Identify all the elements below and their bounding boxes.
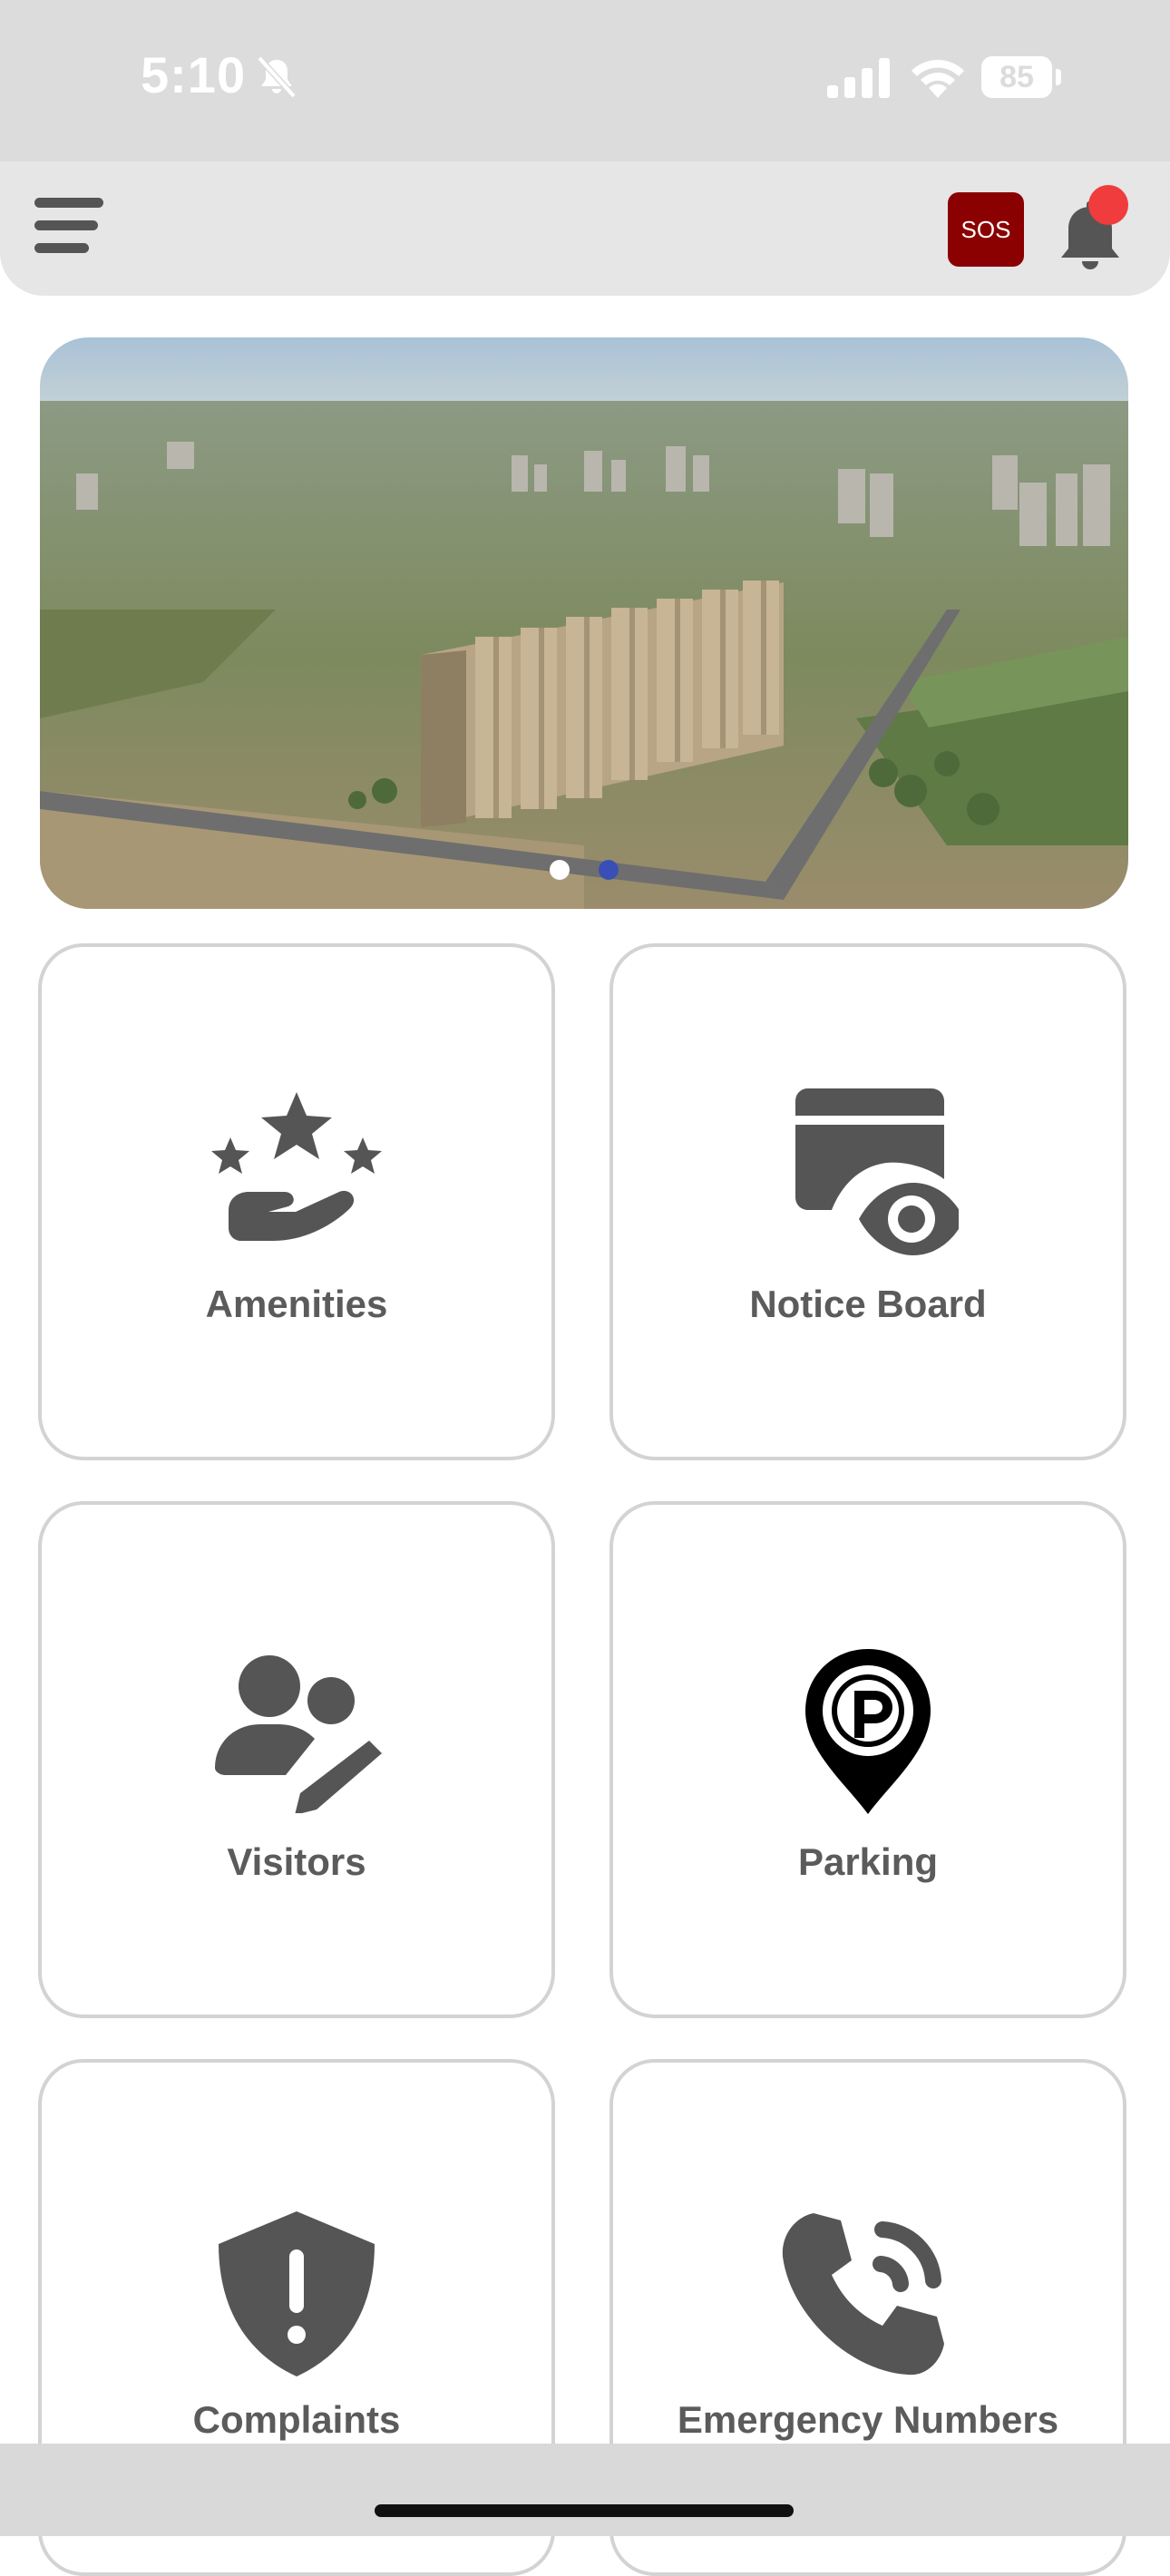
status-bar: 5:10 85 [0,0,1170,161]
users-pen-icon [215,1655,382,1813]
shield-exclamation-icon [219,2211,375,2376]
tile-amenities[interactable]: Amenities [38,943,555,1460]
tile-label: Notice Board [749,1283,987,1325]
bell-slash-icon [257,55,297,99]
tile-visitors[interactable]: Visitors [38,1501,555,2018]
signal-icon [827,58,890,98]
carousel-dot-2[interactable] [599,860,619,880]
tile-label: Amenities [205,1283,388,1325]
home-indicator[interactable] [375,2504,794,2517]
window-eye-icon [795,1088,959,1255]
tile-label: Parking [797,1840,939,1883]
home-bar [0,2444,1170,2536]
parking-pin-icon [805,1649,931,1814]
notification-button[interactable] [1054,185,1137,276]
tile-notice-board[interactable]: Notice Board [609,943,1126,1460]
tile-label: Complaints [192,2398,401,2441]
carousel-dot-1[interactable] [550,860,570,880]
sos-button[interactable]: SOS [948,192,1024,267]
tile-parking[interactable]: Parking [609,1501,1126,2018]
battery-level: 85 [981,56,1052,98]
carousel-dots [40,860,1128,880]
banner-image [40,337,1128,909]
tile-label: Emergency Numbers [677,2398,1059,2441]
wifi-icon [912,59,964,98]
tile-label: Visitors [227,1840,366,1883]
battery-icon: 85 [981,56,1061,98]
notification-badge [1088,185,1128,225]
hamburger-menu-icon[interactable] [33,198,105,261]
banner-carousel[interactable] [40,337,1128,909]
status-time: 5:10 [141,46,247,103]
phone-volume-icon [782,2213,944,2376]
app-header: SOS [0,161,1170,296]
hand-stars-icon [211,1092,382,1241]
